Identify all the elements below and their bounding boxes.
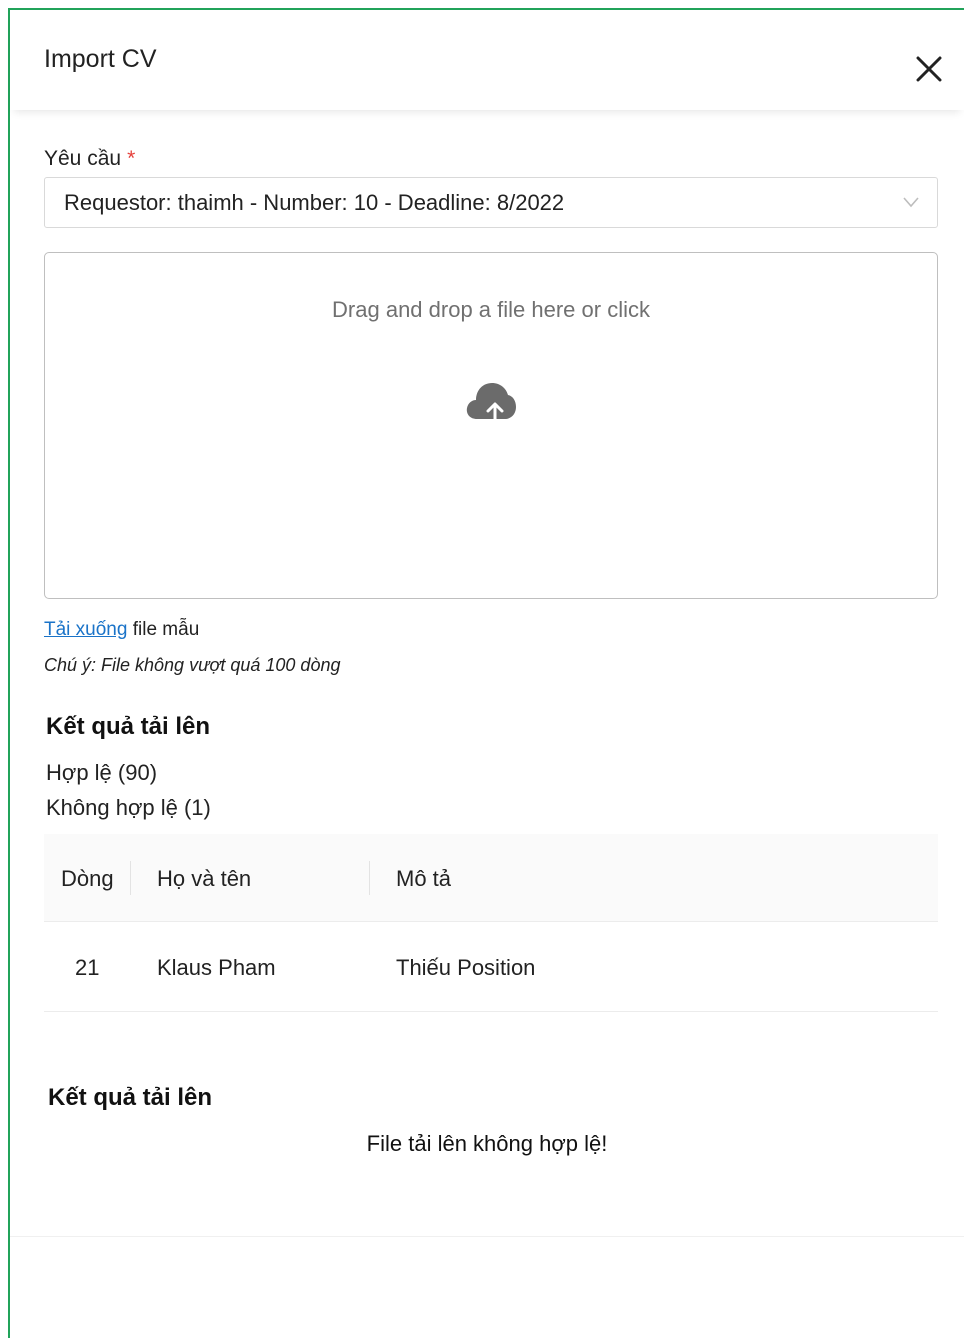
request-select-value: Requestor: thaimh - Number: 10 - Deadlin…	[64, 190, 565, 215]
table-header: Dòng Họ và tên Mô tả	[44, 834, 938, 922]
cloud-upload-icon	[466, 383, 516, 423]
column-header-name: Họ và tên	[157, 866, 252, 891]
invalid-count: Không hợp lệ (1)	[46, 795, 211, 820]
request-label: Yêu cầu *	[44, 147, 135, 171]
cell-full-name: Klaus Pham	[157, 955, 276, 980]
dropzone-message: Drag and drop a file here or click	[332, 297, 650, 322]
close-icon[interactable]	[916, 56, 942, 82]
download-template-link[interactable]: Tải xuống	[44, 619, 127, 640]
column-header-row: Dòng	[61, 866, 114, 891]
invalid-rows-table: Dòng Họ và tên Mô tả 21 Klaus Pham Thiếu…	[44, 834, 938, 1012]
cell-description: Thiếu Position	[396, 955, 536, 980]
required-mark: *	[127, 147, 136, 170]
results-title-2: Kết quả tải lên	[48, 1084, 213, 1111]
upload-error-message: File tải lên không hợp lệ!	[366, 1131, 608, 1156]
modal-title: Import CV	[44, 45, 157, 73]
column-divider	[369, 861, 370, 895]
table-row: 21 Klaus Pham Thiếu Position	[44, 922, 938, 1012]
download-template: Tải xuống file mẫu	[44, 619, 199, 641]
valid-count: Hợp lệ (90)	[46, 760, 158, 785]
column-divider	[130, 861, 131, 895]
column-header-description: Mô tả	[396, 866, 452, 891]
request-select[interactable]: Requestor: thaimh - Number: 10 - Deadlin…	[44, 177, 938, 228]
file-limit-note: Chú ý: File không vượt quá 100 dòng	[44, 655, 341, 675]
chevron-down-icon	[903, 197, 919, 208]
cell-row-number: 21	[75, 955, 100, 980]
modal-header: Import CV	[10, 10, 964, 110]
footer-divider	[10, 1236, 964, 1237]
file-dropzone[interactable]: Drag and drop a file here or click	[44, 252, 938, 599]
results-title: Kết quả tải lên	[46, 713, 211, 740]
download-template-suffix: file mẫu	[127, 619, 200, 640]
request-label-text: Yêu cầu	[44, 147, 122, 170]
